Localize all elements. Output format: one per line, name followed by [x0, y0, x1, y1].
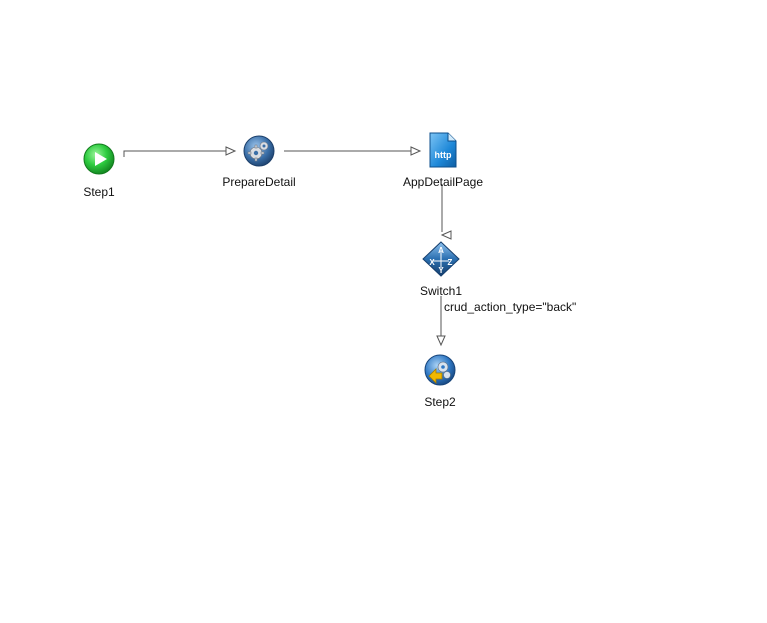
arrowhead-icon	[225, 146, 237, 156]
node-label-appdetailpage: AppDetailPage	[402, 175, 484, 189]
workflow-canvas[interactable]: Step1 PrepareDetail http AppDetailPage A…	[0, 0, 767, 623]
http-page-icon: http	[429, 132, 457, 168]
node-step1[interactable]	[83, 143, 115, 175]
node-preparedetail[interactable]	[243, 135, 275, 167]
node-switch1[interactable]: A X Z Y	[422, 241, 460, 277]
node-label-switch1: Switch1	[419, 284, 463, 298]
switch-letter-a: A	[438, 246, 444, 255]
edges-layer	[123, 146, 452, 347]
edge-preparedetail-appdetailpage[interactable]	[284, 146, 422, 156]
gear-icon	[243, 135, 275, 167]
switch-letter-y: Y	[438, 266, 444, 275]
edge-label-switch1-step2: crud_action_type="back"	[444, 300, 577, 314]
edge-step1-preparedetail[interactable]	[123, 146, 237, 157]
node-label-step1: Step1	[83, 185, 115, 199]
switch-icon: A X Z Y	[422, 241, 460, 277]
arrowhead-icon	[436, 335, 446, 347]
node-label-preparedetail: PrepareDetail	[222, 175, 296, 189]
arrowhead-icon	[410, 146, 422, 156]
node-step2[interactable]	[424, 354, 456, 386]
edge-appdetailpage-switch1[interactable]	[440, 184, 452, 240]
node-appdetailpage[interactable]: http	[428, 132, 458, 168]
arrowhead-icon	[440, 230, 452, 240]
http-label: http	[435, 150, 452, 160]
switch-letter-x: X	[429, 258, 435, 267]
gear-back-icon	[424, 354, 456, 386]
switch-letter-z: Z	[448, 258, 453, 267]
play-icon	[83, 143, 115, 175]
node-label-step2: Step2	[424, 395, 456, 409]
